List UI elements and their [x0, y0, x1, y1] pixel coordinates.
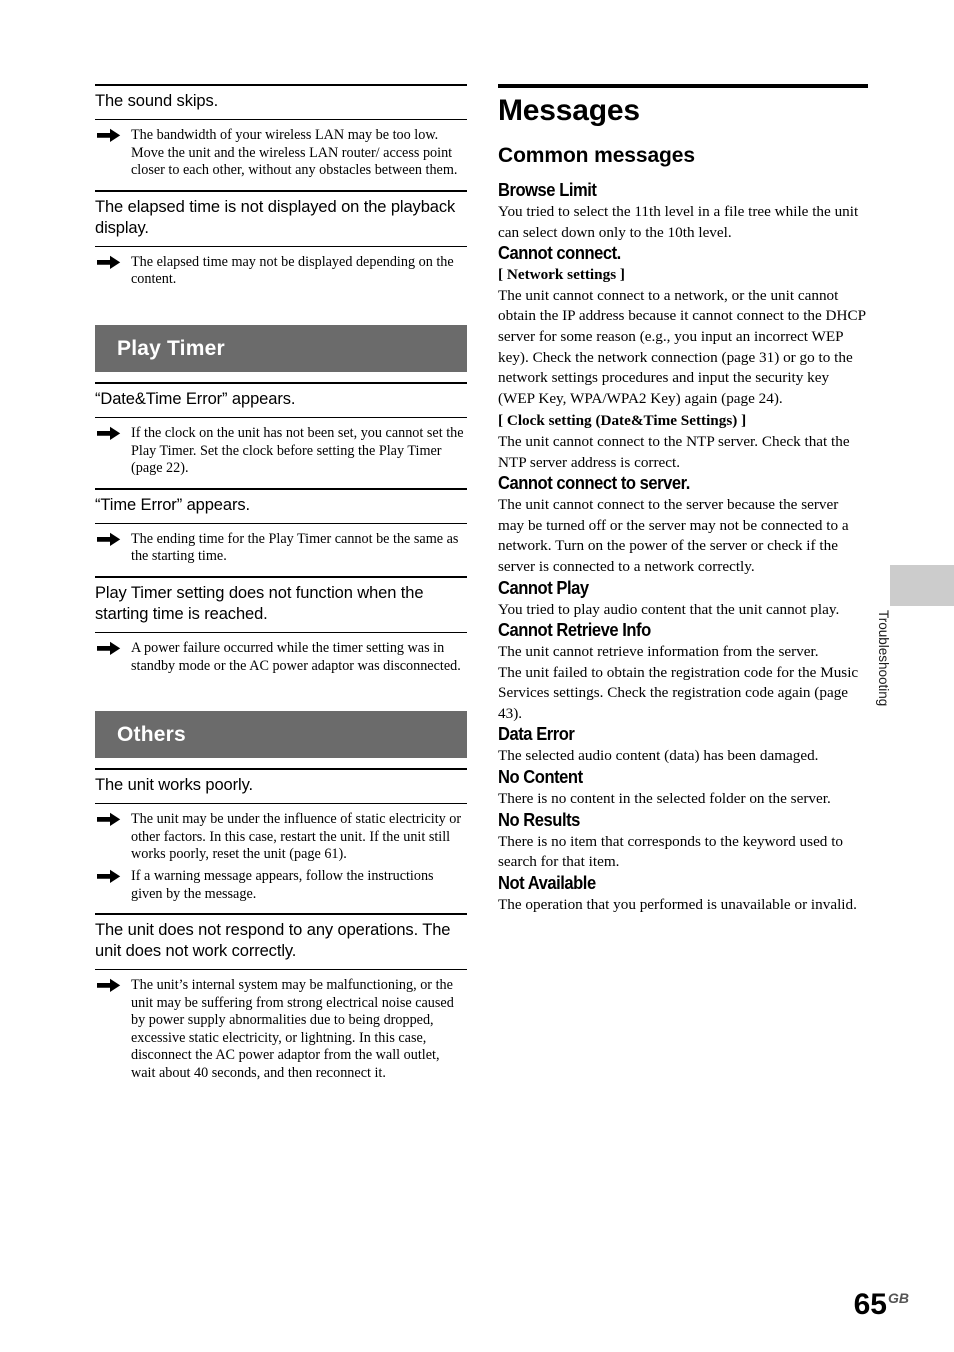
chapter-rule [498, 84, 868, 88]
arrow-right-icon [97, 532, 121, 547]
right-column: Messages Common messages Browse Limit You… [498, 84, 868, 915]
page-number: 65GB [854, 1283, 909, 1320]
arrow-right-icon [97, 426, 121, 441]
message-body: The unit cannot connect to the NTP serve… [498, 432, 850, 471]
remedy-text: A power failure occurred while the timer… [131, 639, 461, 674]
symptom-heading: The sound skips. [95, 92, 219, 110]
symptom-heading: The unit works poorly. [95, 776, 253, 795]
remedy-list: The unit’s internal system may be malfun… [95, 970, 467, 1093]
message-entry: No Content There is no content in the sel… [498, 767, 868, 810]
remedy-text: If the clock on the unit has not been se… [131, 424, 464, 477]
left-column: The sound skips. The bandwidth of your wi… [95, 84, 467, 1093]
message-body: The unit cannot retrieve information fro… [498, 643, 819, 661]
remedy-list: The ending time for the Play Timer canno… [95, 524, 467, 576]
section-bar-2: Play Timer [95, 324, 467, 372]
message-title: No Content [498, 767, 583, 788]
message-entry: Cannot Play You tried to play audio conte… [498, 578, 868, 621]
remedy-item: If a warning message appears, follow the… [95, 868, 467, 903]
message-body: The unit cannot connect to the server be… [498, 496, 849, 575]
symptom-block: The elapsed time is not displayed on the… [95, 189, 467, 299]
remedy-list: If the clock on the unit has not been se… [95, 418, 467, 488]
remedy-item: A power failure occurred while the timer… [95, 640, 467, 675]
remedy-list: The bandwidth of your wireless LAN may b… [95, 120, 467, 190]
symptom-block: “Date&Time Error” appears. If the clock o… [95, 381, 467, 488]
message-title: Data Error [498, 724, 575, 745]
message-subheading: [ Network settings ] [498, 266, 625, 284]
symptom-heading: “Time Error” appears. [95, 495, 250, 514]
page-title: Messages [498, 94, 640, 127]
messages-list: Browse Limit You tried to select the 11th… [498, 180, 868, 915]
arrow-right-icon [97, 255, 121, 270]
symptom-heading: The unit does not respond to any operati… [95, 921, 451, 961]
message-body: There is no content in the selected fold… [498, 790, 831, 808]
message-body: The unit failed to obtain the registrati… [498, 663, 859, 722]
symptom-heading: Play Timer setting does not function whe… [95, 583, 424, 623]
remedy-item: The bandwidth of your wireless LAN may b… [95, 127, 467, 180]
symptom-block: Play Timer setting does not function whe… [95, 575, 467, 685]
symptom-heading: The elapsed time is not displayed on the… [95, 197, 456, 237]
side-tab-marker [890, 565, 954, 606]
message-body: The operation that you performed is unav… [498, 895, 857, 913]
side-tab-label-troubleshooting: Troubleshooting [876, 610, 891, 707]
remedy-item: If the clock on the unit has not been se… [95, 425, 467, 478]
message-entry: Cannot connect. [ Network settings ] The u… [498, 243, 868, 473]
arrow-right-icon [97, 812, 121, 827]
message-title: Cannot connect to server. [498, 473, 690, 494]
arrow-right-icon [97, 869, 121, 884]
remedy-list: A power failure occurred while the timer… [95, 633, 467, 685]
remedy-text: The unit may be under the influence of s… [131, 811, 462, 863]
message-entry: No Results There is no item that correspo… [498, 810, 868, 873]
message-body: The selected audio content (data) has be… [498, 747, 819, 765]
arrow-right-icon [97, 128, 121, 143]
message-entry: Browse Limit You tried to select the 11th… [498, 180, 868, 243]
message-title: Cannot Play [498, 577, 589, 598]
message-title: Not Available [498, 872, 596, 893]
message-title: No Results [498, 809, 580, 830]
remedy-item: The elapsed time may not be displayed de… [95, 254, 467, 289]
page-number-region-suffix: GB [888, 1290, 909, 1306]
manual-page: The sound skips. The bandwidth of your wi… [0, 0, 954, 1352]
remedy-text: The elapsed time may not be displayed de… [131, 253, 454, 288]
message-entry: Not Available The operation that you perf… [498, 873, 868, 916]
symptom-block: The unit works poorly. The unit may be un… [95, 768, 467, 913]
message-body: There is no item that corresponds to the… [498, 832, 844, 871]
message-entry: Data Error The selected audio content (da… [498, 724, 868, 767]
arrow-right-icon [97, 978, 121, 993]
message-subheading: [ Clock setting (Date&Time Settings) ] [498, 412, 747, 430]
message-title: Browse Limit [498, 180, 597, 200]
remedy-text: The bandwidth of your wireless LAN may b… [131, 127, 458, 179]
remedy-text: The unit’s internal system may be malfun… [131, 977, 454, 1082]
message-title: Cannot connect. [498, 243, 621, 264]
message-entry: Cannot Retrieve Info The unit cannot retr… [498, 620, 868, 724]
section-title-common-messages: Common messages [498, 144, 695, 167]
message-entry: Cannot connect to server. The unit cannot… [498, 473, 868, 577]
message-body: You tried to select the 11th level in a … [498, 203, 859, 241]
remedy-list: The unit may be under the influence of s… [95, 804, 467, 913]
symptom-block: The sound skips. The bandwidth of your wi… [95, 84, 467, 190]
arrow-right-icon [97, 641, 121, 656]
message-title: Cannot Retrieve Info [498, 620, 651, 641]
remedy-text: If a warning message appears, follow the… [131, 867, 434, 902]
section-bar-6: Others [95, 711, 467, 759]
remedy-list: The elapsed time may not be displayed de… [95, 247, 467, 299]
remedy-item: The unit’s internal system may be malfun… [95, 977, 467, 1083]
remedy-text: The ending time for the Play Timer canno… [131, 530, 459, 565]
page-number-value: 65 [853, 1288, 887, 1321]
message-body: You tried to play audio content that the… [498, 600, 840, 618]
remedy-item: The unit may be under the influence of s… [95, 811, 467, 864]
symptom-heading: “Date&Time Error” appears. [95, 389, 296, 408]
symptom-block: “Time Error” appears. The ending time for… [95, 487, 467, 576]
message-body: The unit cannot connect to a network, or… [498, 286, 866, 407]
remedy-item: The ending time for the Play Timer canno… [95, 531, 467, 566]
symptom-block: The unit does not respond to any operati… [95, 913, 467, 1093]
